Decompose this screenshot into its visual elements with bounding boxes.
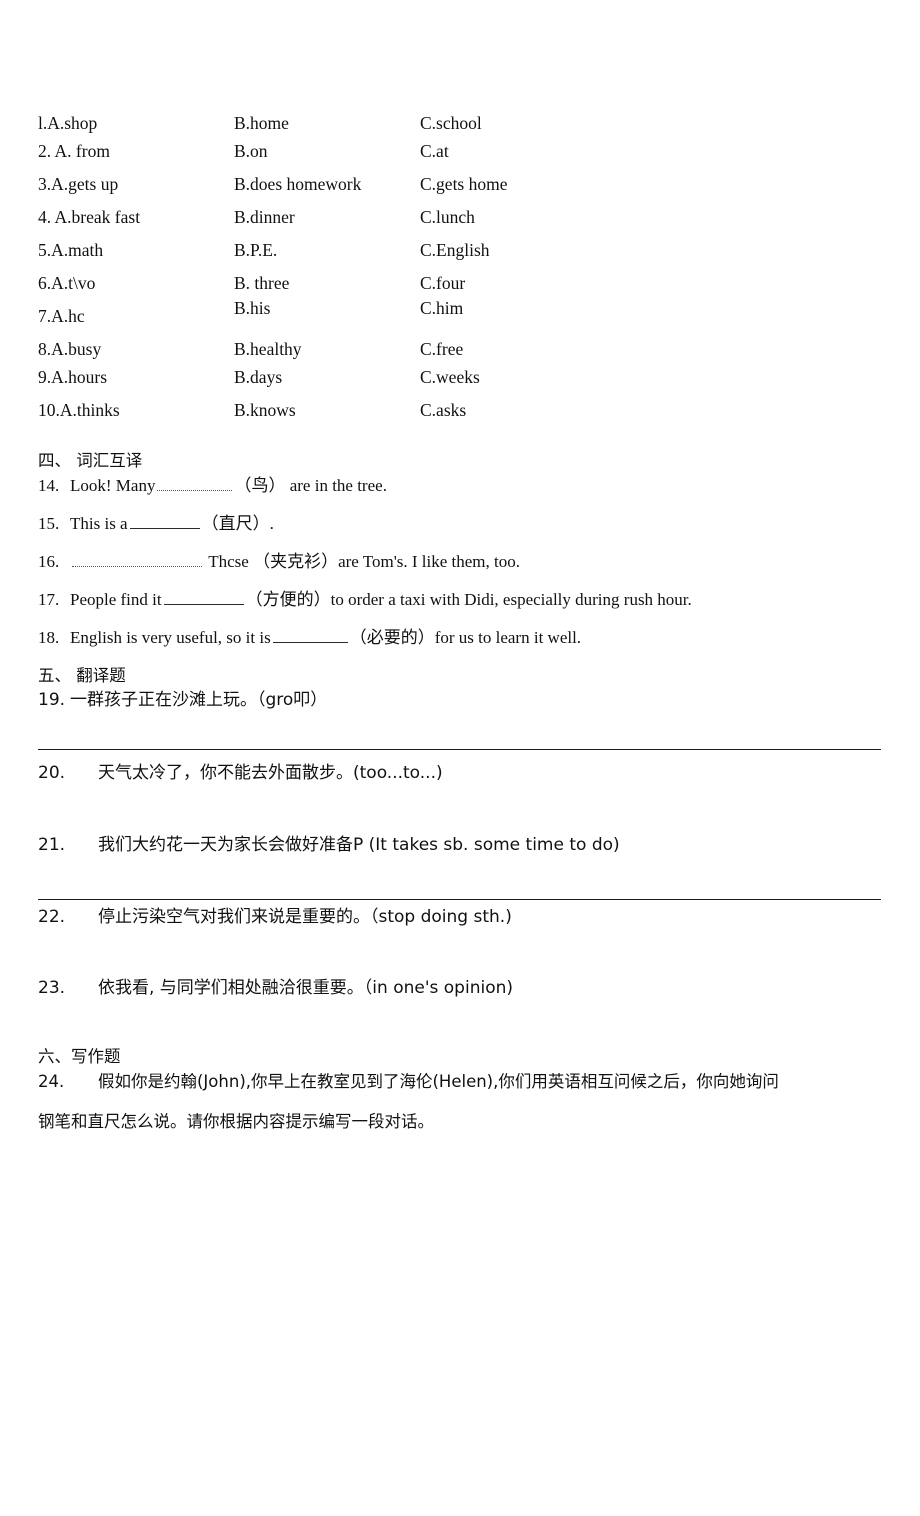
question-text-before: This is a <box>70 514 128 533</box>
option-a[interactable]: 10.A.thinks <box>38 399 120 421</box>
translation-hint: （必要的） <box>349 628 435 648</box>
answer-blank[interactable] <box>72 551 202 567</box>
question-text-after: are Tom's. I like them, too. <box>338 552 521 571</box>
option-b[interactable]: B. three <box>234 272 289 294</box>
question-23: 23. 依我看, 与同学们相处融洽很重要。（in one's opinion) <box>38 976 513 1000</box>
question-number: 24. <box>38 1072 65 1091</box>
answer-blank[interactable] <box>129 513 200 529</box>
option-c[interactable]: C.at <box>420 140 449 162</box>
mc-row: l.A.shop B.home C.school <box>38 112 598 140</box>
question-number: 23. <box>38 978 66 998</box>
question-number: 14. <box>38 476 60 495</box>
question-number: 22. <box>38 907 66 927</box>
question-text: 一群孩子正在沙滩上玩。（gro叩） <box>70 690 328 710</box>
question-text-continued: 钢笔和直尺怎么说。请你根据内容提示编写一段对话。 <box>38 1112 434 1131</box>
option-b[interactable]: B.days <box>234 366 282 388</box>
question-19: 19. 一群孩子正在沙滩上玩。（gro叩） <box>38 688 327 712</box>
question-text-after: to order a taxi with Didi, especially du… <box>330 590 692 609</box>
question-text: 停止污染空气对我们来说是重要的。（stop doing sth.) <box>98 907 512 927</box>
question-text: 我们大约花一天为家长会做好准备P (It takes sb. some time… <box>98 835 620 855</box>
mc-row: 7.A.hc B.his C.him <box>38 298 598 338</box>
question-text-before: English is very useful, so it is <box>70 628 271 647</box>
question-14: 14. Look! Many （鸟） are in the tree. <box>38 474 387 498</box>
answer-rule <box>38 899 881 900</box>
mc-row: 3.A.gets up B.does homework C.gets home <box>38 173 598 206</box>
exam-page: l.A.shop B.home C.school 2. A. from B.on… <box>0 0 920 1516</box>
answer-blank[interactable] <box>163 589 244 605</box>
option-a[interactable]: 9.A.hours <box>38 366 107 388</box>
option-c[interactable]: C.him <box>420 297 463 319</box>
option-b[interactable]: B.on <box>234 140 268 162</box>
question-18: 18. English is very useful, so it is （必要的）… <box>38 626 581 650</box>
option-c[interactable]: C.gets home <box>420 173 508 195</box>
option-b[interactable]: B.knows <box>234 399 296 421</box>
option-c[interactable]: C.English <box>420 239 490 261</box>
option-a[interactable]: 3.A.gets up <box>38 173 118 195</box>
question-number: 16. <box>38 552 60 571</box>
option-a[interactable]: 2. A. from <box>38 140 110 162</box>
mc-row: 8.A.busy B.healthy C.free <box>38 338 598 366</box>
question-17: 17. People find it （方便的）to order a taxi wi… <box>38 588 692 612</box>
answer-rule <box>38 749 881 750</box>
question-text-after: . <box>269 514 274 533</box>
option-c[interactable]: C.free <box>420 338 463 360</box>
question-text: 假如你是约翰(John),你早上在教室见到了海伦(Helen),你们用英语相互问… <box>98 1072 779 1091</box>
option-c[interactable]: C.four <box>420 272 465 294</box>
question-15: 15. This is a （直尺）. <box>38 512 274 536</box>
option-a[interactable]: 7.A.hc <box>38 305 85 327</box>
question-text-before: Look! Many <box>70 476 156 495</box>
question-text-mid: Thcse <box>208 552 249 571</box>
option-b[interactable]: B.healthy <box>234 338 302 360</box>
question-21: 21. 我们大约花一天为家长会做好准备P (It takes sb. some t… <box>38 833 620 857</box>
section-heading-four: 四、 词汇互译 <box>38 451 143 470</box>
mc-row: 10.A.thinks B.knows C.asks <box>38 399 598 432</box>
mc-row: 9.A.hours B.days C.weeks <box>38 366 598 399</box>
question-22: 22. 停止污染空气对我们来说是重要的。（stop doing sth.) <box>38 905 512 929</box>
option-b[interactable]: B.does homework <box>234 173 361 195</box>
question-16: 16. Thcse （夹克衫）are Tom's. I like them, t… <box>38 550 520 574</box>
option-c[interactable]: C.weeks <box>420 366 480 388</box>
question-number: 15. <box>38 514 60 533</box>
translation-hint: （方便的） <box>245 590 331 610</box>
answer-blank[interactable] <box>157 475 233 491</box>
question-number: 19. <box>38 690 66 710</box>
translation-hint: （夹克衫） <box>253 552 339 572</box>
option-b[interactable]: B.home <box>234 112 289 134</box>
option-c[interactable]: C.school <box>420 112 482 134</box>
section-heading-six: 六、写作题 <box>38 1047 121 1066</box>
translation-hint: （直尺） <box>201 514 270 534</box>
option-a[interactable]: 4. A.break fast <box>38 206 140 228</box>
mc-row: 6.A.t\vo B. three C.four <box>38 272 598 305</box>
question-number: 20. <box>38 763 66 783</box>
mc-row: 5.A.math B.P.E. C.English <box>38 239 598 272</box>
option-a[interactable]: 8.A.busy <box>38 338 101 360</box>
question-text-before: People find it <box>70 590 162 609</box>
translation-hint: （鸟） <box>234 476 286 496</box>
option-a[interactable]: 5.A.math <box>38 239 103 261</box>
option-c[interactable]: C.asks <box>420 399 466 421</box>
question-number: 21. <box>38 835 66 855</box>
answer-blank[interactable] <box>272 627 348 643</box>
option-b[interactable]: B.dinner <box>234 206 295 228</box>
question-number: 17. <box>38 590 60 609</box>
option-b[interactable]: B.his <box>234 297 270 319</box>
mc-row: 4. A.break fast B.dinner C.lunch <box>38 206 598 239</box>
question-text: 天气太冷了，你不能去外面散步。(too...to...) <box>98 763 443 783</box>
question-number: 18. <box>38 628 60 647</box>
section-heading-five: 五、 翻译题 <box>38 666 126 685</box>
multiple-choice-options: l.A.shop B.home C.school 2. A. from B.on… <box>38 112 598 432</box>
option-b[interactable]: B.P.E. <box>234 239 277 261</box>
question-text-after: for us to learn it well. <box>434 628 582 647</box>
question-text-after: are in the tree. <box>289 476 387 495</box>
option-c[interactable]: C.lunch <box>420 206 475 228</box>
option-a[interactable]: 6.A.t\vo <box>38 272 95 294</box>
question-24-line-2: 钢笔和直尺怎么说。请你根据内容提示编写一段对话。 <box>38 1110 434 1134</box>
question-24-line-1: 24. 假如你是约翰(John),你早上在教室见到了海伦(Helen),你们用英语… <box>38 1070 779 1094</box>
option-a[interactable]: l.A.shop <box>38 112 97 134</box>
question-20: 20. 天气太冷了，你不能去外面散步。(too...to...) <box>38 761 443 785</box>
question-text: 依我看, 与同学们相处融洽很重要。（in one's opinion) <box>98 978 513 998</box>
mc-row: 2. A. from B.on C.at <box>38 140 598 173</box>
